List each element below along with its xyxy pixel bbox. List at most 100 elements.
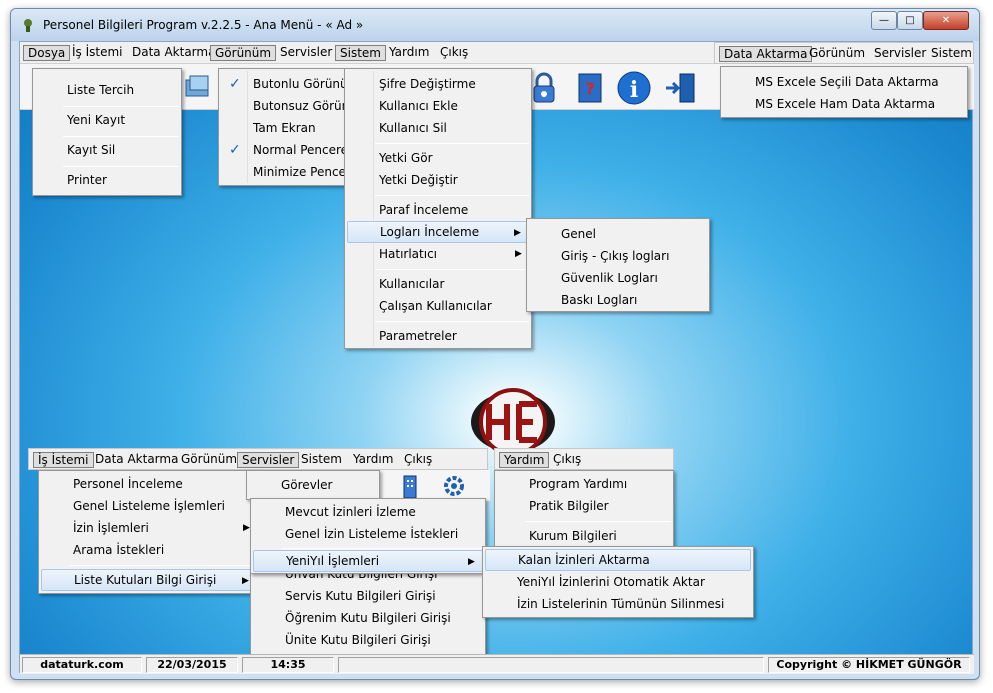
- app-icon: [24, 19, 32, 32]
- menu-item-kullanicilar[interactable]: Kullanıcılar: [347, 273, 529, 295]
- menu-item-izin-islemleri[interactable]: İzin İşlemleri ▶: [41, 517, 257, 539]
- liste-kutulari-submenu: Ünvan Kutu Bilgileri Girişi Servis Kutu …: [250, 560, 486, 656]
- menu-item-excel-ham[interactable]: MS Excele Ham Data Aktarma: [723, 93, 965, 115]
- maximize-button[interactable]: □: [897, 11, 923, 30]
- menu-item-genel-izin-listeleme[interactable]: Genel İzin Listeleme İstekleri: [253, 523, 483, 545]
- menu-separator: [63, 166, 179, 167]
- menu-separator: [525, 521, 671, 522]
- help-book-icon[interactable]: ?: [572, 70, 608, 106]
- submenu-arrow-icon: ▶: [468, 557, 475, 567]
- menu-gorunum-2[interactable]: Görünüm: [805, 46, 869, 62]
- menu-item-kullanici-ekle[interactable]: Kullanıcı Ekle: [347, 95, 529, 117]
- menu-is-istemi[interactable]: İş İstemi: [68, 45, 127, 61]
- menu-yardim-active[interactable]: Yardım: [499, 452, 550, 468]
- status-time: 14:35: [242, 657, 334, 673]
- menu-servisler-2[interactable]: Servisler: [870, 46, 930, 62]
- menu-item-servis-kutu[interactable]: Servis Kutu Bilgileri Girişi: [253, 585, 483, 607]
- menu-separator: [63, 106, 179, 107]
- menu-yardim[interactable]: Yardım: [385, 45, 433, 61]
- menu-item-excel-secili[interactable]: MS Excele Seçili Data Aktarma: [723, 71, 965, 93]
- menu-item-yeniyil-otomatik[interactable]: YeniYıl İzinlerini Otomatik Aktar: [485, 571, 751, 593]
- menu-item-izin-listeleri-silme[interactable]: İzin Listelerinin Tümünün Silinmesi: [485, 593, 751, 615]
- menu-item-genel[interactable]: Genel: [529, 223, 707, 245]
- status-bar: dataturk.com 22/03/2015 14:35 Copyright …: [20, 654, 974, 674]
- menu-separator: [375, 269, 529, 270]
- menu-item-pratik-bilgiler[interactable]: Pratik Bilgiler: [497, 495, 671, 517]
- submenu-arrow-icon: ▶: [515, 249, 522, 259]
- menu-item-personel-inceleme[interactable]: Personel İnceleme: [41, 473, 257, 495]
- menu-item-mevcut-izinler[interactable]: Mevcut İzinleri İzleme: [253, 501, 483, 523]
- menu-item-ogrenim-kutu[interactable]: Öğrenim Kutu Bilgileri Girişi: [253, 607, 483, 629]
- menu-separator: [69, 565, 257, 566]
- menu-item-liste-tercih[interactable]: Liste Tercih: [35, 79, 179, 101]
- menu-item-kullanici-sil[interactable]: Kullanıcı Sil: [347, 117, 529, 139]
- menu-item-sifre-degistirme[interactable]: Şifre Değiştirme: [347, 73, 529, 95]
- menu-sistem-2[interactable]: Sistem: [927, 46, 976, 62]
- menu-cikis[interactable]: Çıkış: [436, 45, 472, 61]
- data-aktarma-menu-bar: Data Aktarma Görünüm Servisler Sistem: [714, 42, 974, 64]
- menu-item-program-yardimi[interactable]: Program Yardımı: [497, 473, 671, 495]
- minimize-button[interactable]: —: [871, 11, 897, 30]
- info-icon[interactable]: i: [616, 70, 652, 106]
- close-button[interactable]: ✕: [923, 11, 969, 30]
- menu-item-tam-ekran[interactable]: Tam Ekran: [221, 117, 345, 139]
- title-bar[interactable]: Personel Bilgileri Program v.2.2.5 - Ana…: [11, 9, 979, 41]
- loglar-submenu: Genel Giriş - Çıkış logları Güvenlik Log…: [526, 218, 710, 312]
- menu-item-baski-loglari[interactable]: Baskı Logları: [529, 289, 707, 311]
- menu-sistem-3[interactable]: Sistem: [297, 452, 346, 468]
- menu-item-yeniyil-islemleri[interactable]: YeniYıl İşlemleri ▶: [253, 550, 483, 572]
- menu-item-unite-kutu[interactable]: Ünite Kutu Bilgileri Girişi: [253, 629, 483, 651]
- toolbar-documents-icon[interactable]: [180, 70, 216, 106]
- is-istemi-menu: Personel İnceleme Genel Listeleme İşleml…: [38, 470, 260, 594]
- menu-separator: [63, 136, 179, 137]
- menu-item-yetki-degistir[interactable]: Yetki Değiştir: [347, 169, 529, 191]
- menu-item-yetki-gor[interactable]: Yetki Gör: [347, 147, 529, 169]
- yeniyil-submenu: Kalan İzinleri Aktarma YeniYıl İzinlerin…: [482, 546, 754, 618]
- menu-dosya[interactable]: Dosya: [23, 45, 71, 61]
- menu-item-arama-istekleri[interactable]: Arama İstekleri: [41, 539, 257, 561]
- gear-network-icon[interactable]: [440, 472, 468, 500]
- menu-item-kurum-bilgileri[interactable]: Kurum Bilgileri: [497, 525, 671, 547]
- svg-text:?: ?: [585, 79, 594, 98]
- building-icon[interactable]: [396, 472, 424, 500]
- menu-item-guvenlik-loglari[interactable]: Güvenlik Logları: [529, 267, 707, 289]
- status-date: 22/03/2015: [146, 657, 238, 673]
- menu-gorunum[interactable]: Görünüm: [210, 45, 277, 61]
- menu-gorunum-3[interactable]: Görünüm: [177, 452, 241, 468]
- menu-data-aktarma[interactable]: Data Aktarma: [128, 45, 219, 61]
- menu-separator: [375, 321, 529, 322]
- menu-item-minimize-pencere[interactable]: Minimize Pencere: [221, 161, 347, 183]
- menu-is-istemi-active[interactable]: İş İstemi: [33, 452, 94, 468]
- menu-data-aktarma-active[interactable]: Data Aktarma: [719, 46, 813, 62]
- menu-item-calisan-kullanicilar[interactable]: Çalışan Kullanıcılar: [347, 295, 529, 317]
- menu-item-paraf-inceleme[interactable]: Paraf İnceleme: [347, 199, 529, 221]
- menu-yardim-3[interactable]: Yardım: [349, 452, 397, 468]
- menu-item-parametreler[interactable]: Parametreler: [347, 325, 529, 347]
- checkmark-icon: ✓: [229, 142, 241, 158]
- menu-servisler-active[interactable]: Servisler: [237, 452, 300, 468]
- menu-item-liste-kutulari[interactable]: Liste Kutuları Bilgi Girişi ▶: [41, 569, 257, 591]
- menu-item-printer[interactable]: Printer: [35, 169, 179, 191]
- menu-item-butonsuz-gorunum[interactable]: Butonsuz Görünüm: [221, 95, 347, 117]
- checkmark-icon: ✓: [229, 76, 241, 92]
- menu-item-hatirlatici[interactable]: Hatırlatıcı ▶: [347, 243, 529, 265]
- menu-data-aktarma-3[interactable]: Data Aktarma: [91, 452, 182, 468]
- main-window: Personel Bilgileri Program v.2.2.5 - Ana…: [10, 8, 980, 680]
- menu-cikis-3[interactable]: Çıkış: [400, 452, 436, 468]
- menu-item-genel-listeleme[interactable]: Genel Listeleme İşlemleri: [41, 495, 257, 517]
- menu-item-giris-cikis-loglari[interactable]: Giriş - Çıkış logları: [529, 245, 707, 267]
- menu-servisler[interactable]: Servisler: [276, 45, 336, 61]
- menu-cikis-4[interactable]: Çıkış: [549, 452, 585, 468]
- client-area: Dosya İş İstemi Data Aktarma Görünüm Ser…: [19, 41, 974, 674]
- menu-item-kayit-sil[interactable]: Kayıt Sil: [35, 139, 179, 161]
- menu-item-yeni-kayit[interactable]: Yeni Kayıt: [35, 109, 179, 131]
- menu-item-gorevler[interactable]: Görevler: [249, 474, 377, 496]
- menu-item-loglari-inceleme[interactable]: Logları İnceleme ▶: [347, 221, 529, 243]
- yardim-menu: Program Yardımı Pratik Bilgiler Kurum Bi…: [494, 470, 674, 550]
- menu-sistem[interactable]: Sistem: [335, 45, 386, 61]
- menu-item-normal-pencere[interactable]: ✓ Normal Pencere: [221, 139, 347, 161]
- menu-item-butonlu-gorunum[interactable]: ✓Butonlu Görünüm: [221, 73, 347, 95]
- submenu-arrow-icon: ▶: [242, 576, 249, 586]
- menu-item-kalan-izinleri-aktarma[interactable]: Kalan İzinleri Aktarma: [485, 549, 751, 571]
- exit-door-icon[interactable]: [662, 70, 698, 106]
